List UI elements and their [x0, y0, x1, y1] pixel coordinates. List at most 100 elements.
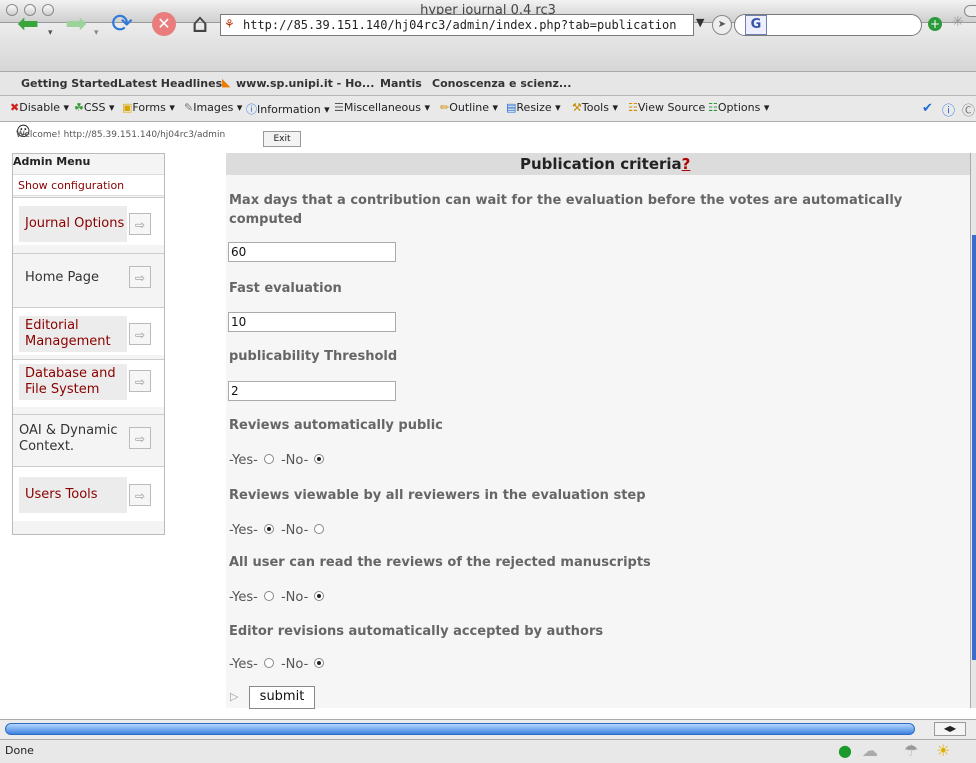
field-label-rejected-reviews: All user can read the reviews of the rej… [229, 555, 651, 570]
dev-miscellaneous-menu[interactable]: ☰Miscellaneous ▾ [334, 101, 430, 114]
help-link[interactable]: ? [682, 155, 691, 173]
editor-revisions-yes-radio[interactable] [263, 657, 274, 668]
dev-resize-menu[interactable]: ▤Resize ▾ [506, 101, 561, 114]
field-label-reviews-public: Reviews automatically public [229, 418, 443, 433]
bookmark-sp-unipi[interactable]: www.sp.unipi.it - Ho... [236, 77, 374, 90]
no-label: -No- [280, 523, 309, 538]
horizontal-scrollbar-thumb[interactable] [5, 723, 915, 735]
bookmark-conoscenza[interactable]: Conoscenza e scienz... [432, 77, 571, 90]
reload-icon: ⟳ [111, 9, 133, 39]
url-input[interactable]: http://85.39.151.140/hj04rc3/admin/index… [220, 14, 694, 36]
arrow-right-icon[interactable]: ⇨ [129, 266, 151, 288]
view-source-icon: ☷ [628, 101, 638, 114]
css-icon: ☘ [74, 101, 84, 114]
reviews-public-no-radio[interactable] [314, 453, 325, 464]
field-label-max-days: Max days that a contribution can wait fo… [229, 193, 903, 227]
vertical-scrollbar-thumb[interactable] [972, 235, 976, 660]
field-label-fast-evaluation: Fast evaluation [229, 281, 342, 296]
url-history-dropdown[interactable]: ▼ [696, 16, 704, 29]
bookmark-getting-started[interactable]: Getting Started [21, 77, 118, 90]
editor-revisions-no-radio[interactable] [314, 657, 325, 668]
editor-revisions-radio-group: -Yes- -No- [229, 657, 327, 672]
bookmark-latest-headlines[interactable]: Latest Headlines [118, 77, 222, 90]
sidebar-item-editorial-management[interactable]: Editorial Management ⇨ [13, 307, 164, 355]
arrow-right-icon[interactable]: ⇨ [129, 370, 151, 392]
back-button[interactable]: ⬅ [10, 6, 46, 42]
sidebar-item-label: Database and File System [19, 364, 127, 400]
rejected-reviews-no-radio[interactable] [314, 590, 325, 601]
field-label-reviews-viewable: Reviews viewable by all reviewers in the… [229, 488, 646, 503]
toolbar-toggle-button[interactable] [964, 5, 976, 17]
arrow-right-icon[interactable]: ⇨ [129, 427, 151, 449]
yes-label: -Yes- [229, 523, 258, 538]
sidebar-item-journal-options[interactable]: Journal Options ⇨ [13, 197, 164, 245]
home-button[interactable]: ⌂ [182, 6, 218, 42]
resize-icon: ▤ [506, 101, 517, 114]
sidebar-item-label: Home Page [19, 260, 127, 296]
add-bookmark-icon[interactable]: + [928, 17, 942, 31]
stop-icon: ✕ [152, 12, 176, 36]
sidebar-item-users-tools[interactable]: Users Tools ⇨ [13, 466, 164, 521]
forward-button[interactable]: ➡ [58, 6, 94, 42]
show-configuration-link[interactable]: Show configuration [13, 174, 164, 196]
dev-disable-menu[interactable]: ✖Disable ▾ [10, 101, 69, 114]
reviews-viewable-yes-radio[interactable] [263, 523, 274, 534]
sidebar-item-oai-dynamic-context[interactable]: OAI & Dynamic Context. ⇨ [13, 414, 164, 462]
no-label: -No- [280, 657, 309, 672]
dev-images-menu[interactable]: ✎Images ▾ [184, 101, 242, 114]
dev-options-menu[interactable]: ☷Options ▾ [708, 101, 769, 114]
validation-check-icon[interactable]: ✔ [922, 101, 933, 116]
images-icon: ✎ [184, 101, 194, 114]
disable-icon: ✖ [10, 101, 20, 114]
dev-css-menu[interactable]: ☘CSS ▾ [74, 101, 115, 114]
dev-tools-menu[interactable]: ⚒Tools ▾ [572, 101, 618, 114]
forward-history-dropdown[interactable]: ▾ [94, 28, 99, 38]
reviews-viewable-no-radio[interactable] [314, 523, 325, 534]
admin-menu-heading: Admin Menu [13, 155, 91, 168]
stop-button[interactable]: ✕ [146, 6, 182, 42]
forms-icon: ▣ [122, 101, 133, 114]
reload-button[interactable]: ⟳ [104, 6, 140, 42]
status-bar [0, 739, 976, 763]
arrow-right-icon[interactable]: ⇨ [129, 323, 151, 345]
copyright-icon: Ⓒ [962, 104, 976, 119]
status-green-dot-icon: ● [838, 741, 852, 760]
rejected-reviews-yes-radio[interactable] [263, 590, 274, 601]
yes-label: -Yes- [229, 657, 258, 672]
go-button[interactable]: ➤ [712, 15, 732, 35]
scroll-arrows-button[interactable]: ◀▶ [934, 722, 966, 736]
submit-arrow-icon: ▷ [230, 690, 239, 703]
dev-forms-menu[interactable]: ▣Forms ▾ [122, 101, 175, 114]
dev-view-source-button[interactable]: ☷View Source [628, 101, 705, 114]
field-label-editor-revisions: Editor revisions automatically accepted … [229, 624, 604, 639]
dev-information-menu[interactable]: ⓘInformation ▾ [246, 101, 330, 117]
sidebar-item-database-file-system[interactable]: Database and File System ⇨ [13, 359, 164, 407]
miscellaneous-icon: ☰ [334, 101, 344, 114]
page-title: Publication criteria? [520, 155, 691, 173]
reviews-public-radio-group: -Yes- -No- [229, 453, 327, 468]
home-icon: ⌂ [191, 9, 209, 39]
sidebar-item-home-page[interactable]: Home Page ⇨ [13, 253, 164, 301]
status-text: Done [5, 744, 34, 757]
weather-rain-icon: ☂ [904, 741, 919, 760]
search-engine-selector[interactable]: G [745, 15, 767, 35]
rejected-reviews-radio-group: -Yes- -No- [229, 590, 327, 605]
weather-sun-icon: ☀ [936, 741, 951, 760]
reviews-public-yes-radio[interactable] [263, 453, 274, 464]
dev-outline-menu[interactable]: ✏Outline ▾ [440, 101, 498, 114]
go-arrow-icon: ➤ [717, 19, 727, 30]
publicability-threshold-input[interactable]: 2 [228, 381, 396, 401]
rss-feed-icon: ◣ [222, 76, 231, 89]
arrow-right-icon[interactable]: ⇨ [129, 484, 151, 506]
site-favicon-icon: ⚘ [224, 17, 235, 31]
back-history-dropdown[interactable]: ▾ [48, 28, 53, 38]
back-arrow-icon: ⬅ [17, 9, 39, 39]
submit-button[interactable]: submit [249, 686, 315, 709]
outline-icon: ✏ [440, 101, 450, 114]
fast-evaluation-input[interactable]: 10 [228, 312, 396, 332]
exit-button[interactable]: Exit [263, 131, 301, 147]
max-days-input[interactable]: 60 [228, 242, 396, 262]
info-circle-icon[interactable]: ⓘ [942, 100, 955, 119]
bookmark-mantis[interactable]: Mantis [380, 77, 422, 90]
arrow-right-icon[interactable]: ⇨ [129, 213, 151, 235]
